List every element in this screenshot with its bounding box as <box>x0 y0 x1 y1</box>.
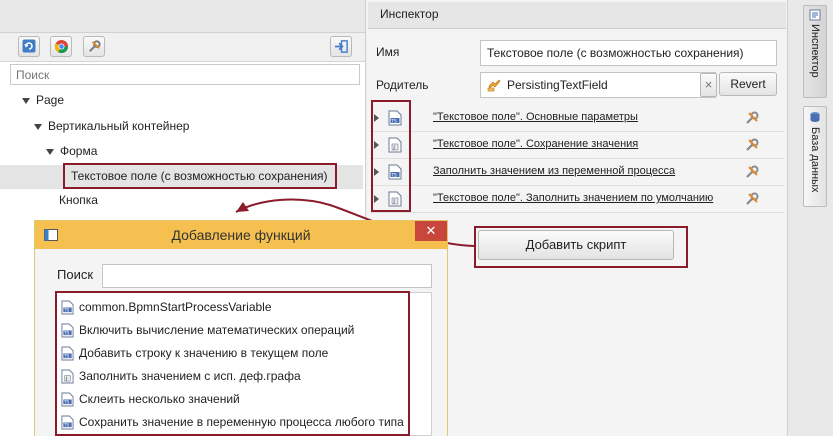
dialog-search-label: Поиск <box>57 267 94 282</box>
close-button[interactable]: ✕ <box>415 221 447 241</box>
function-list-callout-frame <box>55 291 410 436</box>
dialog-search-input[interactable] <box>102 264 432 288</box>
dialog-title: Добавление функций <box>171 227 311 243</box>
